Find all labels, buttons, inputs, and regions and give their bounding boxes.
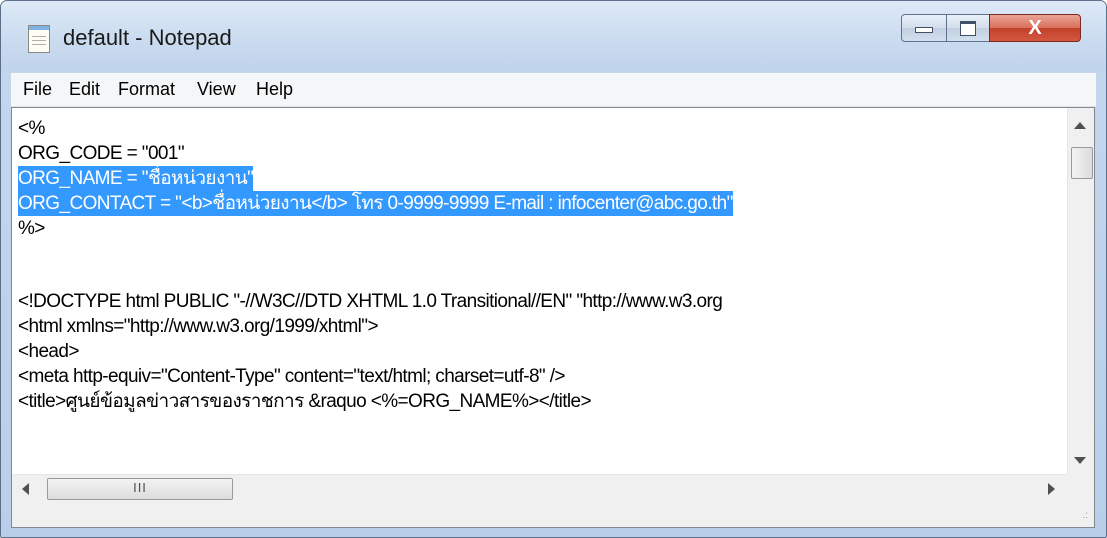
close-icon: X — [1028, 17, 1042, 39]
menu-file[interactable]: File — [23, 79, 52, 100]
scroll-up-icon[interactable] — [1074, 122, 1086, 129]
grip-icon: .: — [1082, 510, 1088, 521]
vertical-scrollbar[interactable] — [1067, 108, 1094, 474]
title-bar[interactable]: default - Notepad X — [1, 1, 1106, 71]
vertical-scroll-thumb[interactable] — [1071, 147, 1093, 179]
menu-view[interactable]: View — [197, 79, 236, 100]
text-line: %> — [18, 218, 45, 239]
size-grip[interactable]: .: — [1067, 474, 1094, 527]
text-line: <title>ศูนย์ข้อมูลข่าวสารของราชการ &raqu… — [18, 391, 592, 412]
text-line: <head> — [18, 341, 79, 362]
menu-help[interactable]: Help — [256, 79, 293, 100]
minimize-icon — [915, 27, 933, 33]
status-area — [12, 501, 1067, 527]
horizontal-scroll-thumb[interactable]: III — [47, 478, 233, 500]
minimize-button[interactable] — [901, 14, 947, 42]
horizontal-scrollbar[interactable]: III — [12, 474, 1067, 502]
maximize-button[interactable] — [946, 14, 990, 42]
scroll-down-icon[interactable] — [1074, 457, 1086, 464]
text-line: <html xmlns="http://www.w3.org/1999/xhtm… — [18, 316, 379, 337]
text-area[interactable]: <% ORG_CODE = "001" ORG_NAME = "ชื่อหน่ว… — [12, 108, 1067, 474]
notepad-window: default - Notepad X File Edit Format Vie… — [0, 0, 1107, 538]
menu-format[interactable]: Format — [118, 79, 175, 100]
menu-bar: File Edit Format View Help — [11, 73, 1096, 107]
text-line: ORG_CODE = "001" — [18, 143, 185, 164]
scroll-right-icon[interactable] — [1048, 483, 1055, 495]
text-line-selected: ORG_CONTACT = "<b>ชื่อหน่วยงาน</b> โทร 0… — [18, 191, 733, 216]
text-line: <meta http-equiv="Content-Type" content=… — [18, 366, 566, 387]
scroll-left-icon[interactable] — [22, 483, 29, 495]
text-editor[interactable]: <% ORG_CODE = "001" ORG_NAME = "ชื่อหน่ว… — [11, 107, 1095, 528]
notepad-icon[interactable] — [28, 25, 50, 53]
maximize-icon — [960, 21, 976, 36]
text-line: <% — [18, 118, 45, 139]
close-button[interactable]: X — [989, 14, 1081, 42]
window-title: default - Notepad — [63, 25, 232, 50]
text-line: <!DOCTYPE html PUBLIC "-//W3C//DTD XHTML… — [18, 291, 723, 312]
text-line-selected: ORG_NAME = "ชื่อหน่วยงาน" — [18, 166, 254, 191]
menu-edit[interactable]: Edit — [69, 79, 100, 100]
